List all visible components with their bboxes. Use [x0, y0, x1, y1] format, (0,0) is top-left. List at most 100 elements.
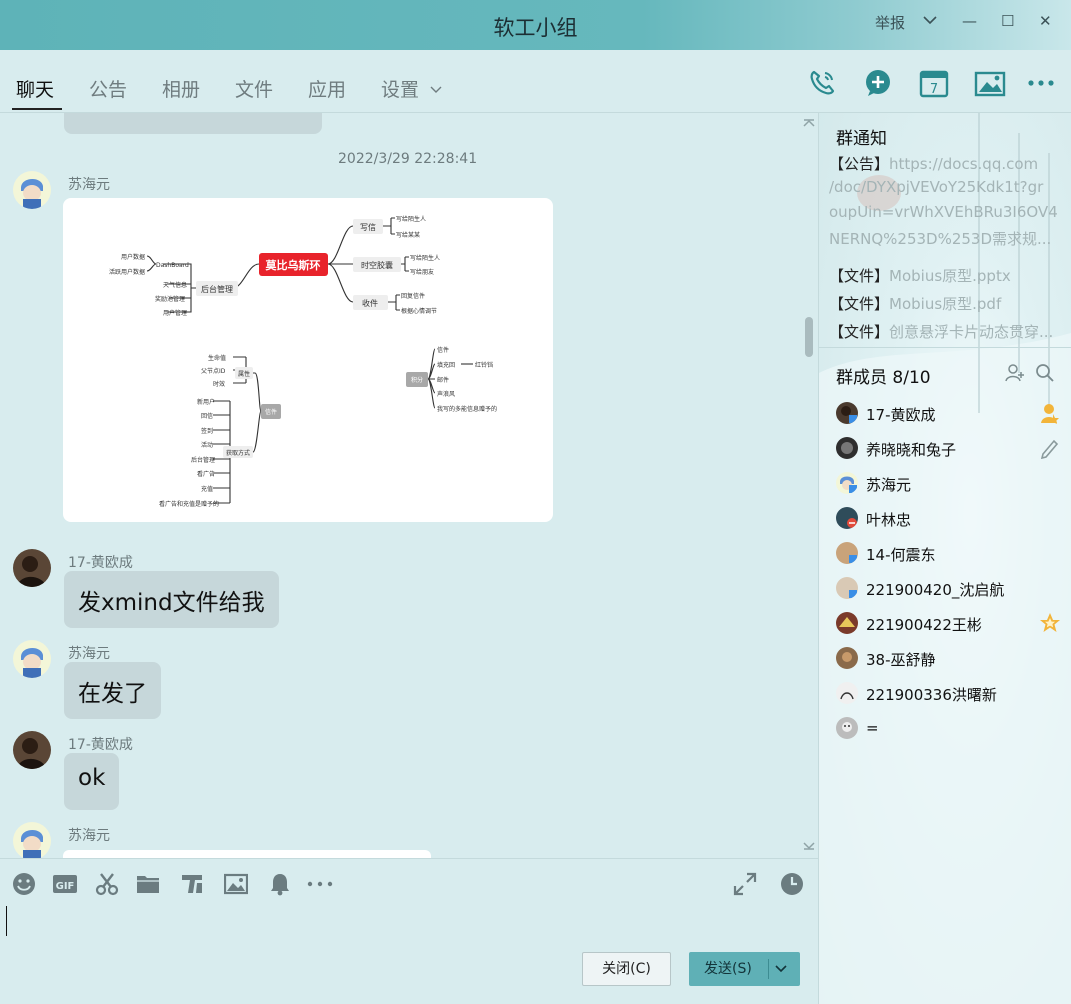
member-avatar [836, 402, 858, 424]
tab-album[interactable]: 相册 [162, 75, 200, 102]
mindmap-node: 天气信息 [163, 281, 187, 289]
notice-announcement-line[interactable]: /doc/DYXpjVEVoY25Kdk1t?gr [829, 178, 1061, 196]
folder-icon[interactable] [136, 872, 160, 896]
group-notice-title: 群通知 [836, 129, 887, 149]
screenshot-scissors-icon[interactable] [95, 872, 119, 896]
member-item[interactable]: 17-黄欧成 [836, 402, 1061, 428]
close-button[interactable]: 关闭(C) [582, 952, 671, 986]
member-name: 221900422王彬 [866, 616, 982, 634]
avatar[interactable] [13, 549, 51, 587]
scroll-down-arrow[interactable] [803, 840, 815, 854]
previous-message-bubble [64, 113, 322, 134]
notice-tag: 【公告】 [829, 155, 890, 173]
mindmap-node: 活动 [201, 441, 213, 449]
bell-icon[interactable] [268, 872, 292, 896]
notice-announcement-line[interactable]: oupUin=vrWhXVEhBRu3I6OV4 [829, 203, 1061, 221]
message-bubble[interactable]: ok [64, 753, 120, 810]
mindmap-node: 信件 [437, 346, 449, 354]
member-item[interactable]: 14-何震东 [836, 542, 1061, 568]
member-item[interactable]: 38-巫舒静 [836, 647, 1061, 673]
tab-settings[interactable]: 设置 [381, 75, 419, 102]
message-bubble[interactable]: 发xmind文件给我 [64, 571, 279, 628]
mindmap-node: 写给朋友 [410, 268, 434, 276]
calendar-icon[interactable]: 7 [918, 67, 950, 99]
mindmap-node: 用户数据 [121, 253, 145, 261]
maximize-button[interactable]: ☐ [1001, 12, 1014, 30]
notice-file[interactable]: 【文件】Mobius原型.pdf [829, 293, 1061, 314]
notice-text: Mobius原型.pdf [889, 295, 1002, 313]
avatar[interactable] [13, 731, 51, 769]
notice-file[interactable]: 【文件】创意悬浮卡片动态贯穿... [829, 321, 1061, 342]
member-item[interactable]: 养晓晓和兔子 [836, 437, 1061, 463]
tab-files[interactable]: 文件 [235, 75, 273, 102]
member-item[interactable]: 221900336洪曙新 [836, 682, 1061, 708]
notice-announcement[interactable]: 【公告】https://docs.qq.com [829, 153, 1061, 174]
chat-history[interactable]: 2022/3/29 22:28:41 苏海元 莫比乌斯环 写信 时空胶囊 收件 … [0, 113, 818, 858]
member-item[interactable]: 221900420_沈启航 [836, 577, 1061, 603]
send-options-chevron-icon[interactable] [774, 952, 788, 999]
expand-icon[interactable] [733, 872, 757, 896]
mindmap-center-label: 莫比乌斯环 [265, 258, 321, 272]
notice-file[interactable]: 【文件】Mobius原型.pptx [829, 265, 1061, 286]
emoji-icon[interactable] [12, 872, 36, 896]
add-member-icon[interactable] [1005, 363, 1025, 383]
add-chat-icon[interactable] [862, 67, 894, 99]
member-avatar [836, 612, 858, 634]
avatar[interactable] [13, 822, 51, 858]
member-item[interactable]: 叶林忠 [836, 507, 1061, 533]
tab-apps[interactable]: 应用 [308, 75, 346, 102]
mindmap-node: DashBoard [156, 262, 189, 269]
image-preview-partial[interactable] [63, 850, 431, 858]
avatar[interactable] [13, 171, 51, 209]
tab-chat[interactable]: 聊天 [16, 75, 54, 102]
close-window-button[interactable]: ✕ [1039, 12, 1052, 30]
mindmap-node: 后台管理 [201, 284, 233, 294]
member-avatar [836, 577, 858, 599]
message-input[interactable] [0, 900, 818, 945]
group-admin-star-icon [1039, 612, 1061, 634]
photo-icon[interactable] [974, 67, 1006, 99]
gif-icon[interactable]: GIF [52, 872, 78, 896]
mindmap-node: 时空胶囊 [361, 260, 393, 270]
sender-name: 苏海元 [68, 177, 110, 193]
more-options-icon[interactable] [1026, 67, 1058, 99]
member-item[interactable]: = [836, 717, 1061, 743]
notice-tag: 【文件】 [829, 267, 890, 285]
member-avatar [836, 717, 858, 739]
chevron-down-icon[interactable] [922, 12, 938, 32]
settings-chevron-icon[interactable] [430, 78, 442, 100]
mindmap-node: 邮件 [437, 376, 449, 384]
scroll-up-arrow[interactable] [803, 117, 815, 131]
notice-tag: 【文件】 [829, 295, 890, 313]
member-avatar [836, 472, 858, 494]
mindmap-node: 填充回 [437, 361, 455, 369]
member-avatar [836, 437, 858, 459]
chat-scrollbar-thumb[interactable] [805, 317, 813, 357]
more-tools-icon[interactable] [307, 872, 333, 896]
member-name: 221900420_沈启航 [866, 581, 1005, 599]
mindmap-node: 用户管理 [163, 309, 187, 317]
mindmap-node: 回复信件 [401, 292, 425, 300]
title-bar: 软工小组 举报 — ☐ ✕ [0, 0, 1071, 50]
report-link[interactable]: 举报 [875, 12, 905, 33]
member-name: 17-黄欧成 [866, 406, 936, 424]
avatar[interactable] [13, 640, 51, 678]
notice-text: oupUin=vrWhXVEhBRu3I6OV4 [829, 203, 1058, 221]
minimize-button[interactable]: — [962, 12, 977, 30]
edit-icon[interactable] [1039, 437, 1061, 460]
mindmap-node: 收件 [362, 298, 378, 308]
search-member-icon[interactable] [1035, 363, 1055, 383]
message-bubble[interactable]: 在发了 [64, 662, 161, 719]
mindmap-image[interactable]: 莫比乌斯环 写信 时空胶囊 收件 后台管理 用户数据 DashBoard 活跃用… [63, 198, 553, 522]
send-button[interactable]: 发送(S) [689, 952, 800, 986]
panel-section-divider [819, 347, 1071, 348]
member-item[interactable]: 苏海元 [836, 472, 1061, 498]
member-item[interactable]: 221900422王彬 [836, 612, 1061, 638]
history-clock-icon[interactable] [780, 872, 804, 896]
tab-announcement[interactable]: 公告 [89, 75, 127, 102]
doc-icon[interactable] [180, 872, 204, 896]
member-avatar [836, 647, 858, 669]
voice-call-icon[interactable] [806, 67, 838, 99]
image-icon[interactable] [223, 872, 249, 896]
notice-announcement-line[interactable]: NERNQ%253D%253D需求规... [829, 228, 1061, 249]
